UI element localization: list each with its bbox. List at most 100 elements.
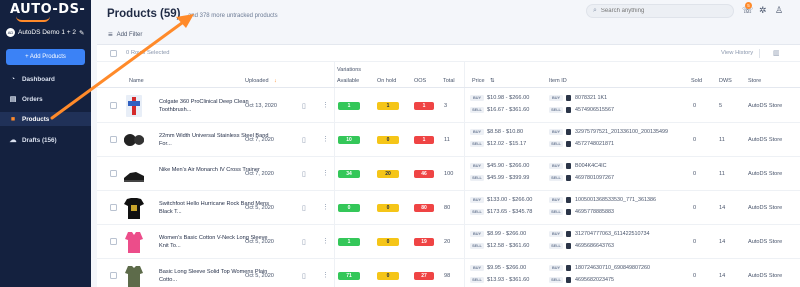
more-menu-icon[interactable]: ⋮ (322, 169, 329, 177)
sort-arrow-icon[interactable]: ↓ (274, 78, 277, 84)
table-row[interactable]: Switchfoot Hello Hurricane Rock Band Men… (97, 191, 800, 225)
sold-value: 0 (693, 137, 697, 143)
available-badge: 10 (338, 136, 360, 144)
sell-tag: SELL (470, 141, 484, 147)
sell-tag: SELL (470, 277, 484, 283)
sell-item-id[interactable]: 4574906515567 (575, 107, 614, 113)
sell-item-id[interactable]: 4572748021871 (575, 141, 614, 147)
table-row[interactable]: 22mm Width Universal Stainless Steel Ban… (97, 123, 800, 157)
buy-tag: BUY (470, 129, 484, 135)
row-checkbox[interactable] (110, 238, 117, 245)
add-products-button[interactable]: + Add Products (6, 49, 85, 65)
note-icon[interactable]: ▯ (302, 102, 306, 110)
note-icon[interactable]: ▯ (302, 204, 306, 212)
col-oos[interactable]: OOS (414, 78, 426, 84)
sell-tag: SELL (549, 277, 563, 283)
price-sort-icon[interactable]: ⇅ (490, 78, 495, 84)
row-checkbox[interactable] (110, 170, 117, 177)
selection-bar: 0 Rows Selected View History ▥ (97, 45, 800, 62)
note-icon[interactable]: ▯ (302, 238, 306, 246)
buy-item-id[interactable]: 180724630710_690849807260 (575, 265, 650, 271)
oos-badge: 1 (414, 136, 434, 144)
store-avatar-icon: AD (6, 28, 15, 37)
sidebar-item-drafts[interactable]: ☁ Drafts (156) (0, 133, 91, 147)
product-thumbnail[interactable] (122, 126, 146, 154)
sell-item-id[interactable]: 4695778885883 (575, 209, 614, 215)
search-bar[interactable]: ⌕ (586, 4, 734, 18)
sidebar-item-products[interactable]: ■ Products (0, 112, 91, 126)
row-checkbox[interactable] (110, 204, 117, 211)
sidebar-item-orders[interactable]: ▤ Orders (0, 92, 91, 106)
product-thumbnail[interactable] (122, 194, 146, 222)
supplier-icon (566, 265, 571, 271)
sell-item-id[interactable]: 4695682023475 (575, 277, 614, 283)
buy-item-id[interactable]: 32975797521_201336100_200135499 (575, 129, 668, 135)
product-thumbnail[interactable] (122, 92, 146, 120)
row-checkbox[interactable] (110, 136, 117, 143)
sell-price: $173.65 - $345.78 (487, 209, 533, 215)
autods-logo[interactable]: AUTO-DS- (10, 2, 85, 17)
buy-price: $133.00 - $266.00 (487, 197, 533, 203)
more-menu-icon[interactable]: ⋮ (322, 271, 329, 279)
on-hold-badge: 0 (377, 272, 399, 280)
buy-item-id[interactable]: 1005001368533530_771_361386 (575, 197, 656, 203)
buy-price: $10.98 - $266.00 (487, 95, 530, 101)
buy-price: $9.95 - $266.00 (487, 265, 527, 271)
table-row[interactable]: Colgate 360 ProClinical Deep Clean Tooth… (97, 89, 800, 123)
col-on-hold[interactable]: On hold (377, 78, 396, 84)
note-icon[interactable]: ▯ (302, 136, 306, 144)
sidebar-item-dashboard[interactable]: ◔ Dashboard (0, 72, 91, 86)
store-icon (566, 175, 571, 181)
buy-tag: BUY (549, 231, 563, 237)
col-sold[interactable]: Sold (691, 78, 702, 84)
add-filter-button[interactable]: ≡ Add Filter (108, 30, 142, 39)
edit-pencil-icon[interactable]: ✎ (79, 29, 84, 37)
more-menu-icon[interactable]: ⋮ (322, 203, 329, 211)
total-value: 3 (444, 103, 448, 109)
col-dws[interactable]: DWS (719, 78, 732, 84)
sell-tag: SELL (470, 107, 484, 113)
store-value: AutoDS Store (748, 273, 783, 279)
store-icon (566, 277, 571, 283)
columns-icon[interactable]: ▥ (773, 49, 780, 57)
sell-item-id[interactable]: 4697801097267 (575, 175, 614, 181)
more-menu-icon[interactable]: ⋮ (322, 101, 329, 109)
buy-item-id[interactable]: B004K4C4IC (575, 163, 606, 169)
product-thumbnail[interactable] (122, 160, 146, 188)
buy-item-id[interactable]: 8078321 1K1 (575, 95, 607, 101)
col-total[interactable]: Total (443, 78, 455, 84)
more-menu-icon[interactable]: ⋮ (322, 135, 329, 143)
col-name[interactable]: Name (129, 78, 144, 84)
sell-item-id[interactable]: 4695686643763 (575, 243, 614, 249)
store-selector[interactable]: AD AutoDS Demo 1 + 2 ✎ (6, 28, 84, 37)
note-icon[interactable]: ▯ (302, 272, 306, 280)
product-thumbnail[interactable] (122, 228, 146, 256)
product-thumbnail[interactable] (122, 262, 146, 287)
col-item-id[interactable]: Item ID (549, 78, 567, 84)
row-checkbox[interactable] (110, 272, 117, 279)
search-input[interactable] (600, 8, 721, 14)
untracked-products-link[interactable]: and 378 more untracked products (188, 13, 278, 19)
buy-tag: BUY (470, 265, 484, 271)
store-icon (566, 141, 571, 147)
col-store[interactable]: Store (748, 78, 761, 84)
select-all-checkbox[interactable] (110, 50, 117, 57)
table-row[interactable]: Basic Long Sleeve Solid Top Womens Plain… (97, 259, 800, 287)
table-row[interactable]: Women's Basic Cotton V-Neck Long Sleeve … (97, 225, 800, 259)
col-available[interactable]: Available (337, 78, 359, 84)
col-uploaded[interactable]: Uploaded (245, 78, 269, 84)
row-checkbox[interactable] (110, 102, 117, 109)
buy-tag: BUY (549, 95, 563, 101)
col-price[interactable]: Price (472, 78, 485, 84)
orders-icon: ▤ (9, 96, 17, 103)
table-row[interactable]: Nike Men's Air Monarch IV Cross Trainer … (97, 157, 800, 191)
uploaded-date: Oct 7, 2020 (245, 137, 274, 143)
total-value: 100 (444, 171, 454, 177)
buy-item-id[interactable]: 312704777063_611422510734 (575, 231, 650, 237)
user-icon[interactable]: ♙ (775, 5, 783, 16)
view-history-link[interactable]: View History (721, 50, 753, 56)
more-menu-icon[interactable]: ⋮ (322, 237, 329, 245)
settings-gear-icon[interactable]: ✲ (759, 5, 767, 16)
note-icon[interactable]: ▯ (302, 170, 306, 178)
total-value: 11 (444, 137, 450, 143)
